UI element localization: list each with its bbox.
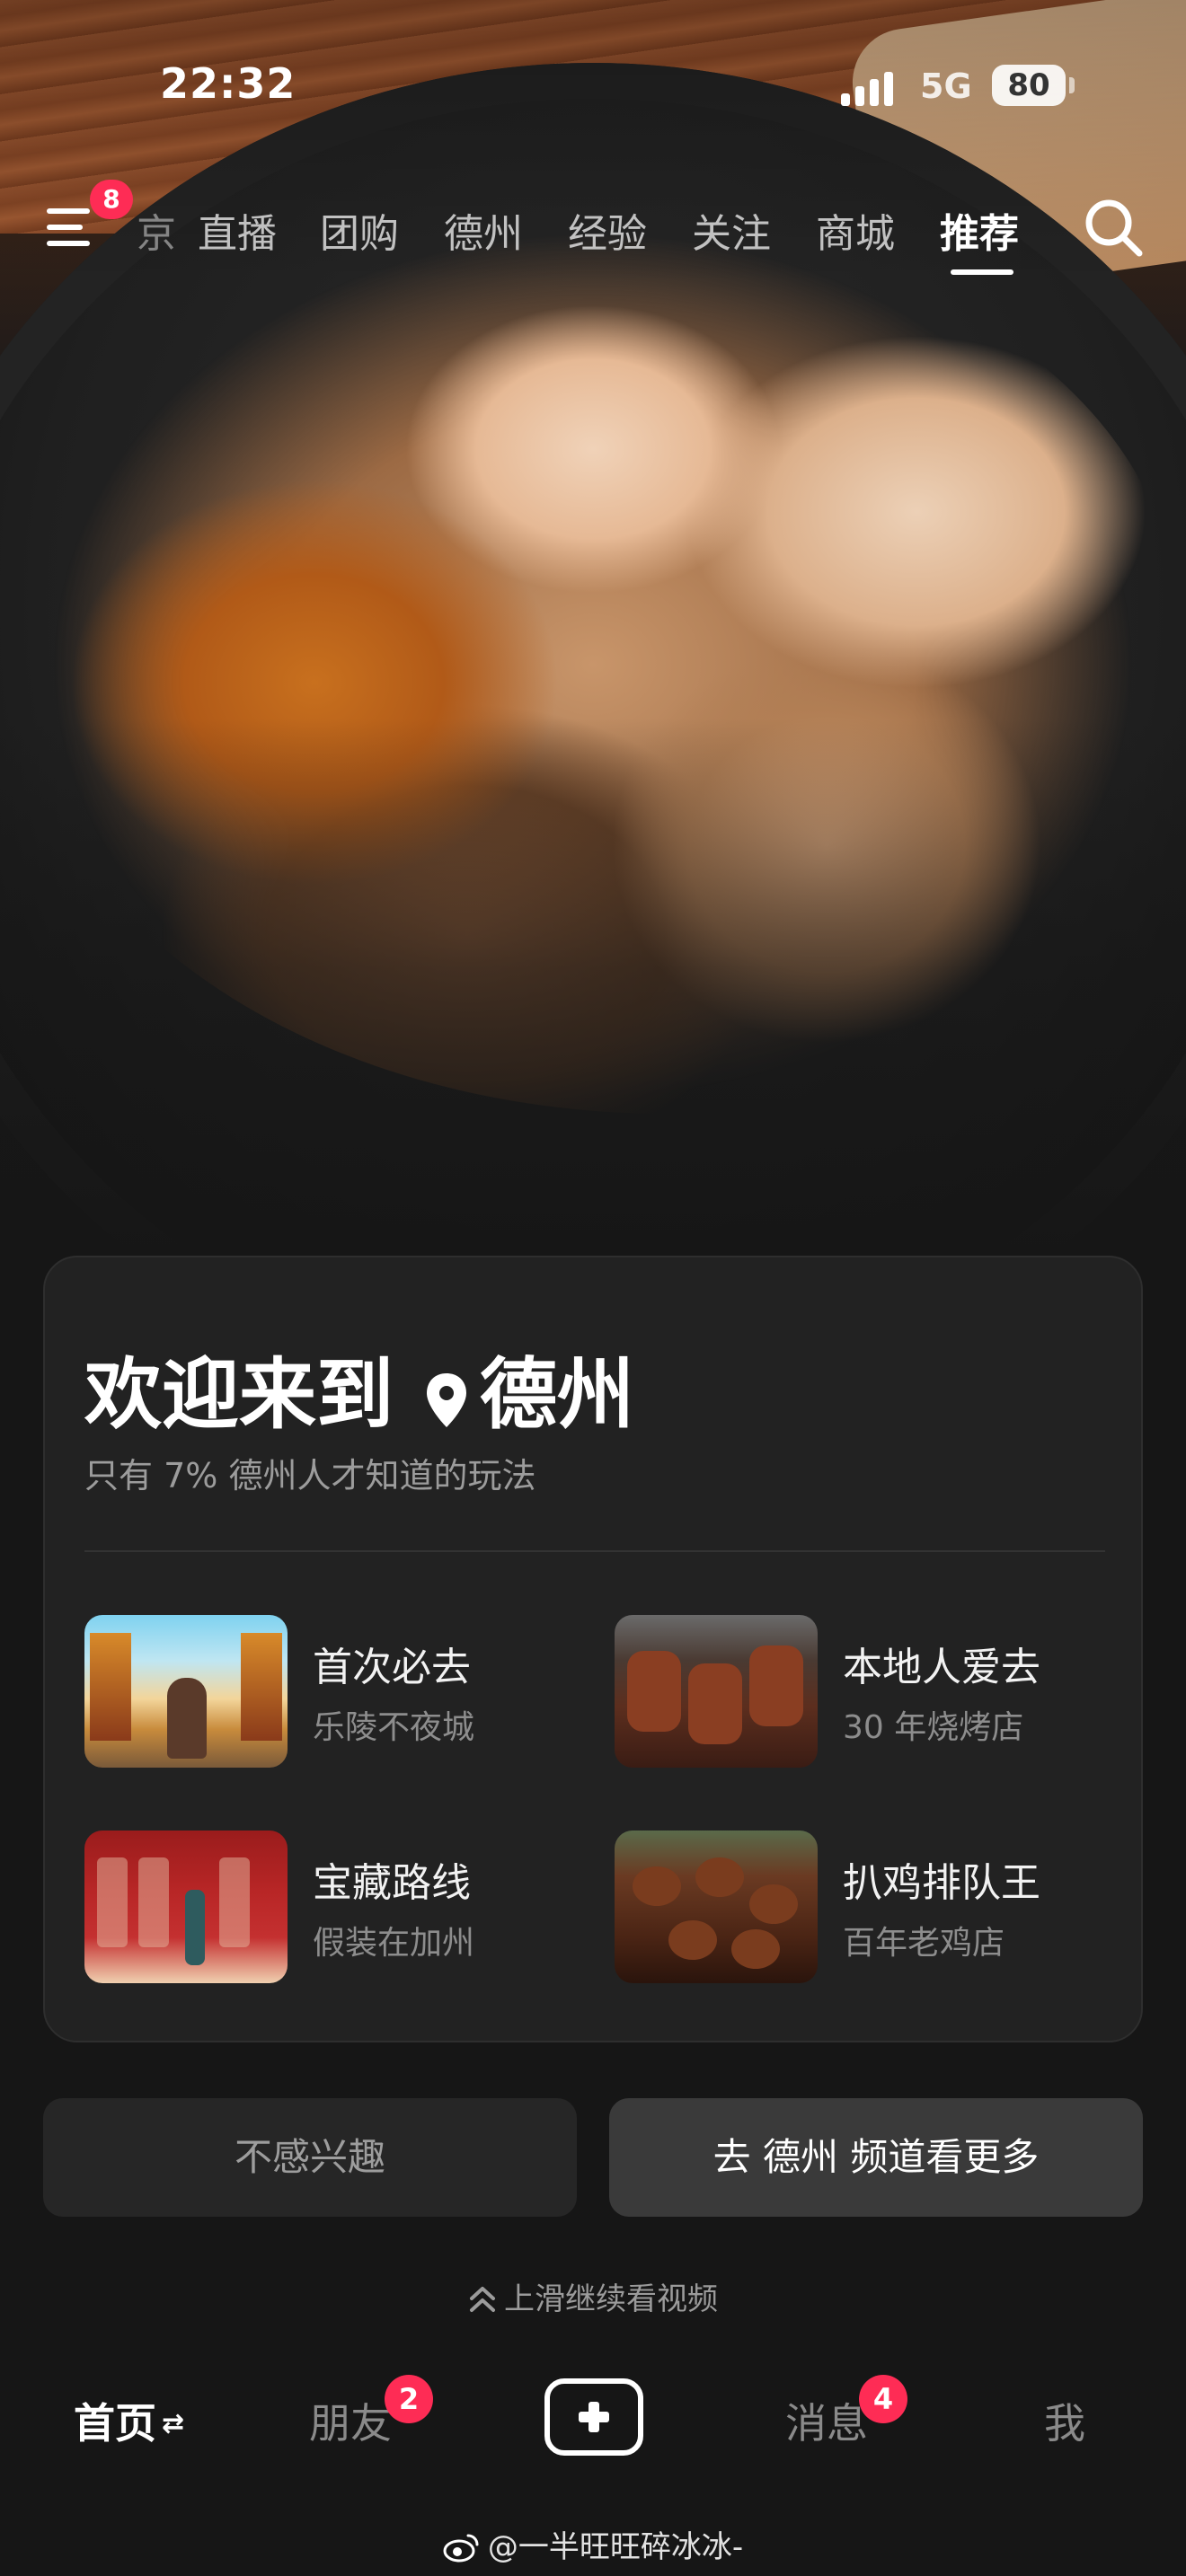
swipe-hint: 上滑继续看视频 [0, 2274, 1186, 2318]
tile-title: 首次必去 [313, 1645, 471, 1690]
divider [84, 1550, 1105, 1552]
location-pin-icon [424, 1360, 469, 1427]
watermark-text: @一半旺旺碎冰冰- [487, 2529, 744, 2565]
tile-first-visit[interactable]: 首次必去 乐陵不夜城 [84, 1615, 588, 1768]
tile-subtitle: 30 年烧烤店 [843, 1709, 1024, 1746]
status-bar: 22:32 5G 80 [0, 54, 1186, 117]
thumb-red-wall [84, 1831, 288, 1983]
top-tab-bar: 8 京 直播 团购 德州 经验 关注 商城 推荐 [0, 180, 1186, 278]
tile-title: 扒鸡排队王 [843, 1860, 1040, 1906]
weibo-logo-icon [443, 2532, 481, 2563]
tab-group-buy[interactable]: 团购 [320, 201, 399, 259]
nav-home-label: 首页 [74, 2399, 156, 2448]
tab-mall[interactable]: 商城 [816, 201, 895, 259]
thumb-bbq [615, 1615, 818, 1768]
tile-subtitle: 乐陵不夜城 [313, 1709, 475, 1746]
nav-home[interactable]: 首页 ⇄ [74, 2391, 184, 2450]
go-to-channel-button[interactable]: 去 德州 频道看更多 [609, 2098, 1143, 2217]
swipe-hint-text: 上滑继续看视频 [504, 2281, 718, 2317]
menu-badge: 8 [90, 180, 133, 219]
messages-badge: 4 [859, 2375, 907, 2423]
tab-experience[interactable]: 经验 [568, 201, 647, 259]
tab-recommend[interactable]: 推荐 [940, 201, 1019, 259]
menu-icon[interactable] [47, 203, 97, 250]
card-title: 欢迎来到 德州 [84, 1331, 634, 1443]
tile-hidden-route[interactable]: 宝藏路线 假装在加州 [84, 1831, 588, 1983]
double-chevron-up-icon [468, 2285, 497, 2312]
watermark: @一半旺旺碎冰冰- [0, 2522, 1186, 2566]
bottom-nav: 首页 ⇄ 朋友 2 消息 4 我 [0, 2350, 1186, 2484]
tile-subtitle: 假装在加州 [313, 1925, 475, 1962]
nav-messages[interactable]: 消息 [785, 2391, 868, 2450]
create-button[interactable] [544, 2378, 643, 2456]
tab-dezhou[interactable]: 德州 [444, 201, 523, 259]
tile-braised-chicken[interactable]: 扒鸡排队王 百年老鸡店 [615, 1831, 1118, 1983]
nav-friends[interactable]: 朋友 [309, 2391, 392, 2450]
title-prefix: 欢迎来到 [84, 1350, 394, 1440]
tab-live[interactable]: 直播 [198, 201, 277, 259]
battery-icon: 80 [992, 65, 1066, 106]
tab-following[interactable]: 关注 [692, 201, 771, 259]
tile-locals-favorite[interactable]: 本地人爱去 30 年烧烤店 [615, 1615, 1118, 1768]
nav-me[interactable]: 我 [1044, 2391, 1085, 2450]
status-time: 22:32 [160, 59, 296, 108]
tab-jing[interactable]: 京 [137, 201, 176, 259]
thumb-night-city [84, 1615, 288, 1768]
network-type: 5G [920, 66, 972, 106]
switch-arrows-icon: ⇄ [162, 2408, 185, 2439]
tile-subtitle: 百年老鸡店 [843, 1925, 1005, 1962]
city-name[interactable]: 德州 [480, 1331, 634, 1443]
card-subtitle: 只有 7% 德州人才知道的玩法 [84, 1456, 536, 1495]
welcome-card: 欢迎来到 德州 只有 7% 德州人才知道的玩法 首次必去 乐陵不夜城 本地人爱去… [43, 1256, 1143, 2042]
tile-title: 本地人爱去 [843, 1645, 1040, 1690]
friends-badge: 2 [385, 2375, 433, 2423]
tile-title: 宝藏路线 [313, 1860, 471, 1906]
active-tab-indicator [951, 269, 1013, 275]
thumb-braised-chicken [615, 1831, 818, 1983]
not-interested-button[interactable]: 不感兴趣 [43, 2098, 577, 2217]
search-icon[interactable] [1082, 196, 1145, 259]
signal-icon [841, 70, 893, 106]
